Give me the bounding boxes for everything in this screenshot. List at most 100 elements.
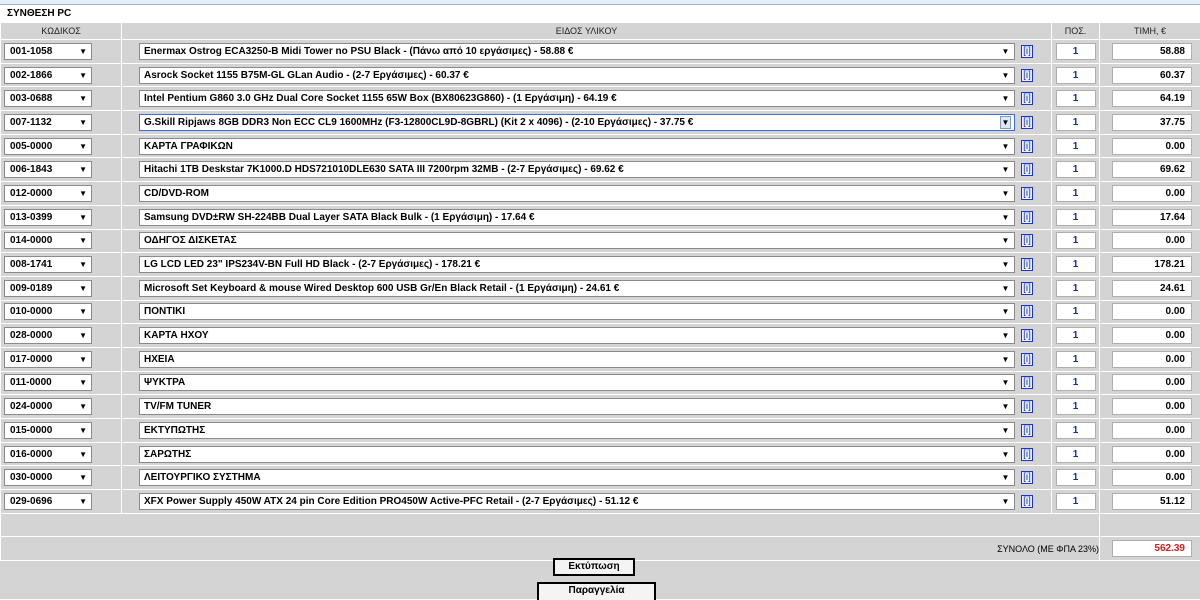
- item-select[interactable]: Intel Pentium G860 3.0 GHz Dual Core Soc…: [139, 90, 1015, 107]
- info-icon[interactable]: [i]: [1021, 69, 1033, 82]
- item-value: LG LCD LED 23" IPS234V-BN Full HD Black …: [144, 259, 480, 270]
- code-value: 007-1132: [10, 117, 52, 128]
- code-select[interactable]: 013-0399▼: [4, 209, 92, 226]
- item-value: ΕΚΤΥΠΩΤΗΣ: [144, 425, 205, 436]
- item-select[interactable]: LG LCD LED 23" IPS234V-BN Full HD Black …: [139, 256, 1015, 273]
- item-select[interactable]: ΠΟΝΤΙΚΙ▼: [139, 303, 1015, 320]
- code-select[interactable]: 016-0000▼: [4, 446, 92, 463]
- code-select[interactable]: 030-0000▼: [4, 469, 92, 486]
- code-select[interactable]: 009-0189▼: [4, 280, 92, 297]
- item-select[interactable]: ΣΑΡΩΤΗΣ▼: [139, 446, 1015, 463]
- chevron-down-icon: ▼: [1000, 69, 1011, 82]
- quantity-input[interactable]: 1: [1056, 161, 1096, 178]
- quantity-input[interactable]: 1: [1056, 185, 1096, 202]
- chevron-down-icon: ▼: [1000, 258, 1011, 271]
- code-select[interactable]: 015-0000▼: [4, 422, 92, 439]
- chevron-down-icon: ▼: [1000, 234, 1011, 247]
- code-select[interactable]: 008-1741▼: [4, 256, 92, 273]
- component-row: 010-0000▼ΠΟΝΤΙΚΙ▼[i]10.00: [1, 300, 1200, 324]
- info-icon[interactable]: [i]: [1021, 45, 1033, 58]
- code-select[interactable]: 002-1866▼: [4, 67, 92, 84]
- item-select[interactable]: ΟΔΗΓΟΣ ΔΙΣΚΕΤΑΣ▼: [139, 232, 1015, 249]
- chevron-down-icon: ▼: [79, 426, 87, 435]
- order-button[interactable]: Παραγγελία: [537, 582, 656, 600]
- item-select[interactable]: CD/DVD-ROM▼: [139, 185, 1015, 202]
- component-row: 024-0000▼TV/FM TUNER▼[i]10.00: [1, 395, 1200, 419]
- code-select[interactable]: 024-0000▼: [4, 398, 92, 415]
- info-icon[interactable]: [i]: [1021, 400, 1033, 413]
- info-icon[interactable]: [i]: [1021, 471, 1033, 484]
- quantity-input[interactable]: 1: [1056, 327, 1096, 344]
- spacer-row: [1, 513, 1200, 537]
- code-select[interactable]: 029-0696▼: [4, 493, 92, 510]
- info-icon[interactable]: [i]: [1021, 495, 1033, 508]
- quantity-input[interactable]: 1: [1056, 280, 1096, 297]
- print-button[interactable]: Εκτύπωση: [553, 558, 635, 576]
- item-select[interactable]: Enermax Ostrog ECA3250-B Midi Tower no P…: [139, 43, 1015, 60]
- quantity-input[interactable]: 1: [1056, 256, 1096, 273]
- table-header-row: ΚΩΔΙΚΟΣ ΕΙΔΟΣ ΥΛΙΚΟΥ ΠΟΣ. ΤΙΜΗ, €: [1, 23, 1200, 40]
- info-icon[interactable]: [i]: [1021, 92, 1033, 105]
- quantity-input[interactable]: 1: [1056, 398, 1096, 415]
- info-icon[interactable]: [i]: [1021, 448, 1033, 461]
- code-select[interactable]: 007-1132▼: [4, 114, 92, 131]
- header-price: ΤΙΜΗ, €: [1100, 23, 1200, 40]
- item-select[interactable]: ΚΑΡΤΑ ΓΡΑΦΙΚΩΝ▼: [139, 138, 1015, 155]
- item-select[interactable]: TV/FM TUNER▼: [139, 398, 1015, 415]
- code-select[interactable]: 011-0000▼: [4, 374, 92, 391]
- info-icon[interactable]: [i]: [1021, 187, 1033, 200]
- item-select[interactable]: XFX Power Supply 450W ATX 24 pin Core Ed…: [139, 493, 1015, 510]
- code-select[interactable]: 028-0000▼: [4, 327, 92, 344]
- code-select[interactable]: 001-1058▼: [4, 43, 92, 60]
- code-select[interactable]: 014-0000▼: [4, 232, 92, 249]
- info-icon[interactable]: [i]: [1021, 282, 1033, 295]
- quantity-input[interactable]: 1: [1056, 469, 1096, 486]
- quantity-input[interactable]: 1: [1056, 90, 1096, 107]
- quantity-input[interactable]: 1: [1056, 351, 1096, 368]
- code-value: 029-0696: [10, 496, 52, 507]
- item-select[interactable]: ΕΚΤΥΠΩΤΗΣ▼: [139, 422, 1015, 439]
- quantity-input[interactable]: 1: [1056, 67, 1096, 84]
- chevron-down-icon: ▼: [79, 189, 87, 198]
- code-select[interactable]: 012-0000▼: [4, 185, 92, 202]
- quantity-input[interactable]: 1: [1056, 374, 1096, 391]
- info-icon[interactable]: [i]: [1021, 234, 1033, 247]
- code-select[interactable]: 005-0000▼: [4, 138, 92, 155]
- info-icon[interactable]: [i]: [1021, 116, 1033, 129]
- info-icon[interactable]: [i]: [1021, 353, 1033, 366]
- code-select[interactable]: 003-0688▼: [4, 90, 92, 107]
- item-select[interactable]: Hitachi 1TB Deskstar 7K1000.D HDS721010D…: [139, 161, 1015, 178]
- chevron-down-icon: ▼: [1000, 353, 1011, 366]
- item-select[interactable]: ΗΧΕΙΑ ▼: [139, 351, 1015, 368]
- item-select[interactable]: ΨΥΚΤΡΑ▼: [139, 374, 1015, 391]
- info-icon[interactable]: [i]: [1021, 329, 1033, 342]
- item-select[interactable]: ΚΑΡΤΑ ΗΧΟΥ▼: [139, 327, 1015, 344]
- info-icon[interactable]: [i]: [1021, 211, 1033, 224]
- item-select[interactable]: Samsung DVD±RW SH-224BB Dual Layer SATA …: [139, 209, 1015, 226]
- code-select[interactable]: 017-0000▼: [4, 351, 92, 368]
- quantity-input[interactable]: 1: [1056, 138, 1096, 155]
- info-icon[interactable]: [i]: [1021, 258, 1033, 271]
- chevron-down-icon: ▼: [1000, 329, 1011, 342]
- quantity-input[interactable]: 1: [1056, 232, 1096, 249]
- item-select[interactable]: ΛΕΙΤΟΥΡΓΙΚΟ ΣΥΣΤΗΜΑ▼: [139, 469, 1015, 486]
- info-icon[interactable]: [i]: [1021, 376, 1033, 389]
- quantity-input[interactable]: 1: [1056, 446, 1096, 463]
- quantity-input[interactable]: 1: [1056, 303, 1096, 320]
- item-select[interactable]: Microsoft Set Keyboard & mouse Wired Des…: [139, 280, 1015, 297]
- quantity-input[interactable]: 1: [1056, 114, 1096, 131]
- chevron-down-icon: ▼: [1000, 45, 1011, 58]
- quantity-input[interactable]: 1: [1056, 493, 1096, 510]
- code-select[interactable]: 010-0000▼: [4, 303, 92, 320]
- info-icon[interactable]: [i]: [1021, 140, 1033, 153]
- info-icon[interactable]: [i]: [1021, 163, 1033, 176]
- item-value: ΗΧΕΙΑ: [144, 354, 175, 365]
- info-icon[interactable]: [i]: [1021, 424, 1033, 437]
- item-select[interactable]: Asrock Socket 1155 B75M-GL GLan Audio - …: [139, 67, 1015, 84]
- quantity-input[interactable]: 1: [1056, 209, 1096, 226]
- info-icon[interactable]: [i]: [1021, 305, 1033, 318]
- quantity-input[interactable]: 1: [1056, 422, 1096, 439]
- item-select[interactable]: G.Skill Ripjaws 8GB DDR3 Non ECC CL9 160…: [139, 114, 1015, 131]
- code-select[interactable]: 006-1843▼: [4, 161, 92, 178]
- quantity-input[interactable]: 1: [1056, 43, 1096, 60]
